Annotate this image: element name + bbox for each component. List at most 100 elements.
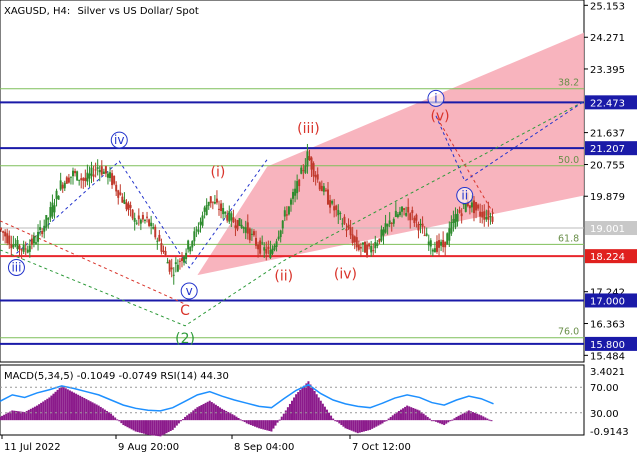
candle-body xyxy=(479,211,482,217)
y-tick-label: 23.395 xyxy=(590,65,625,76)
candle-body xyxy=(401,206,404,212)
candle-body xyxy=(8,235,11,245)
candle-body xyxy=(435,241,438,252)
macd-bar xyxy=(488,419,491,421)
macd-bar xyxy=(348,420,351,430)
candle-body xyxy=(102,171,105,174)
candle-body xyxy=(94,169,97,171)
candle-body xyxy=(180,258,183,261)
macd-bar xyxy=(362,420,365,432)
macd-bar xyxy=(145,420,147,435)
macd-bar xyxy=(210,402,213,421)
macd-bar xyxy=(461,413,464,421)
candle-body xyxy=(152,227,155,229)
candle-body xyxy=(331,201,334,204)
candle-body xyxy=(318,182,321,190)
macd-bar xyxy=(103,409,106,421)
candle-body xyxy=(240,224,243,228)
candle-body xyxy=(139,219,142,224)
price-chart[interactable]: XAGUSD, H4: Silver vs US Dollar/ Spot MA… xyxy=(0,0,640,457)
candle-body xyxy=(361,242,364,245)
macd-bar xyxy=(107,412,110,421)
candle-body xyxy=(47,217,50,220)
candle-body xyxy=(483,211,486,220)
fib-label: 50.0 xyxy=(558,155,579,166)
macd-bar xyxy=(7,412,10,421)
macd-bar xyxy=(169,420,172,431)
macd-bar xyxy=(159,420,162,437)
candle-body xyxy=(0,228,3,230)
macd-bar xyxy=(46,398,49,421)
macd-bar xyxy=(439,420,442,424)
macd-bar xyxy=(441,420,444,425)
candle-body xyxy=(213,201,216,204)
candle-body xyxy=(431,249,434,252)
macd-bar xyxy=(268,420,271,431)
candle-body xyxy=(450,222,453,234)
macd-bar xyxy=(397,410,400,421)
macd-bar xyxy=(79,395,82,421)
candle-body xyxy=(6,233,9,244)
macd-bar xyxy=(75,393,78,421)
macd-bar xyxy=(467,410,470,421)
candle-body xyxy=(421,223,424,227)
macd-bar xyxy=(68,390,71,421)
candle-body xyxy=(220,203,223,212)
macd-bar xyxy=(264,420,267,430)
macd-bar xyxy=(241,420,244,422)
indicator-y-label: -0.9143 xyxy=(590,427,629,438)
macd-bar xyxy=(258,420,261,429)
candle-body xyxy=(236,220,239,230)
candle-body xyxy=(125,202,128,210)
price-badge-label: 22.473 xyxy=(590,98,625,109)
macd-bar xyxy=(399,409,402,421)
candle-body xyxy=(485,216,488,220)
macd-bar xyxy=(280,416,283,421)
macd-bar xyxy=(449,420,452,422)
candle-body xyxy=(396,214,399,218)
candle-body xyxy=(285,214,288,216)
macd-bar xyxy=(430,420,433,422)
candle-body xyxy=(374,241,377,249)
macd-bar xyxy=(365,420,368,431)
macd-bar xyxy=(338,420,341,424)
macd-bar xyxy=(305,383,308,421)
macd-bar xyxy=(445,420,448,424)
candle-body xyxy=(20,249,23,251)
macd-bar xyxy=(342,420,345,427)
candle-body xyxy=(228,211,231,222)
macd-bar xyxy=(206,401,209,421)
macd-bar xyxy=(356,420,359,434)
macd-bar xyxy=(149,420,152,436)
candle-body xyxy=(24,248,27,250)
macd-bar xyxy=(70,391,73,421)
macd-bar xyxy=(77,394,80,421)
candle-body xyxy=(183,256,186,263)
macd-bar xyxy=(391,415,394,421)
candle-body xyxy=(178,260,181,262)
candle-body xyxy=(475,202,478,211)
candle-body xyxy=(349,227,352,236)
macd-bar xyxy=(140,420,143,434)
candle-body xyxy=(382,229,385,236)
wave-label: ii xyxy=(461,188,468,202)
symbol-label: XAGUSD, H4: xyxy=(4,6,70,17)
macd-bar xyxy=(447,420,450,423)
wave-label: (iii) xyxy=(297,121,320,137)
candle-body xyxy=(57,195,60,200)
candle-body xyxy=(372,250,375,252)
candle-body xyxy=(218,208,220,210)
candle-body xyxy=(355,237,358,248)
candle-body xyxy=(347,224,350,229)
candle-body xyxy=(250,233,253,235)
macd-bar xyxy=(360,420,363,433)
candle-body xyxy=(464,203,467,212)
candle-body xyxy=(487,210,490,220)
candle-body xyxy=(133,217,136,222)
macd-bar xyxy=(311,387,314,421)
macd-bar xyxy=(184,416,187,421)
macd-bar xyxy=(216,406,219,421)
macd-bar xyxy=(321,403,324,421)
macd-bar xyxy=(272,420,275,429)
candle-body xyxy=(398,211,401,216)
